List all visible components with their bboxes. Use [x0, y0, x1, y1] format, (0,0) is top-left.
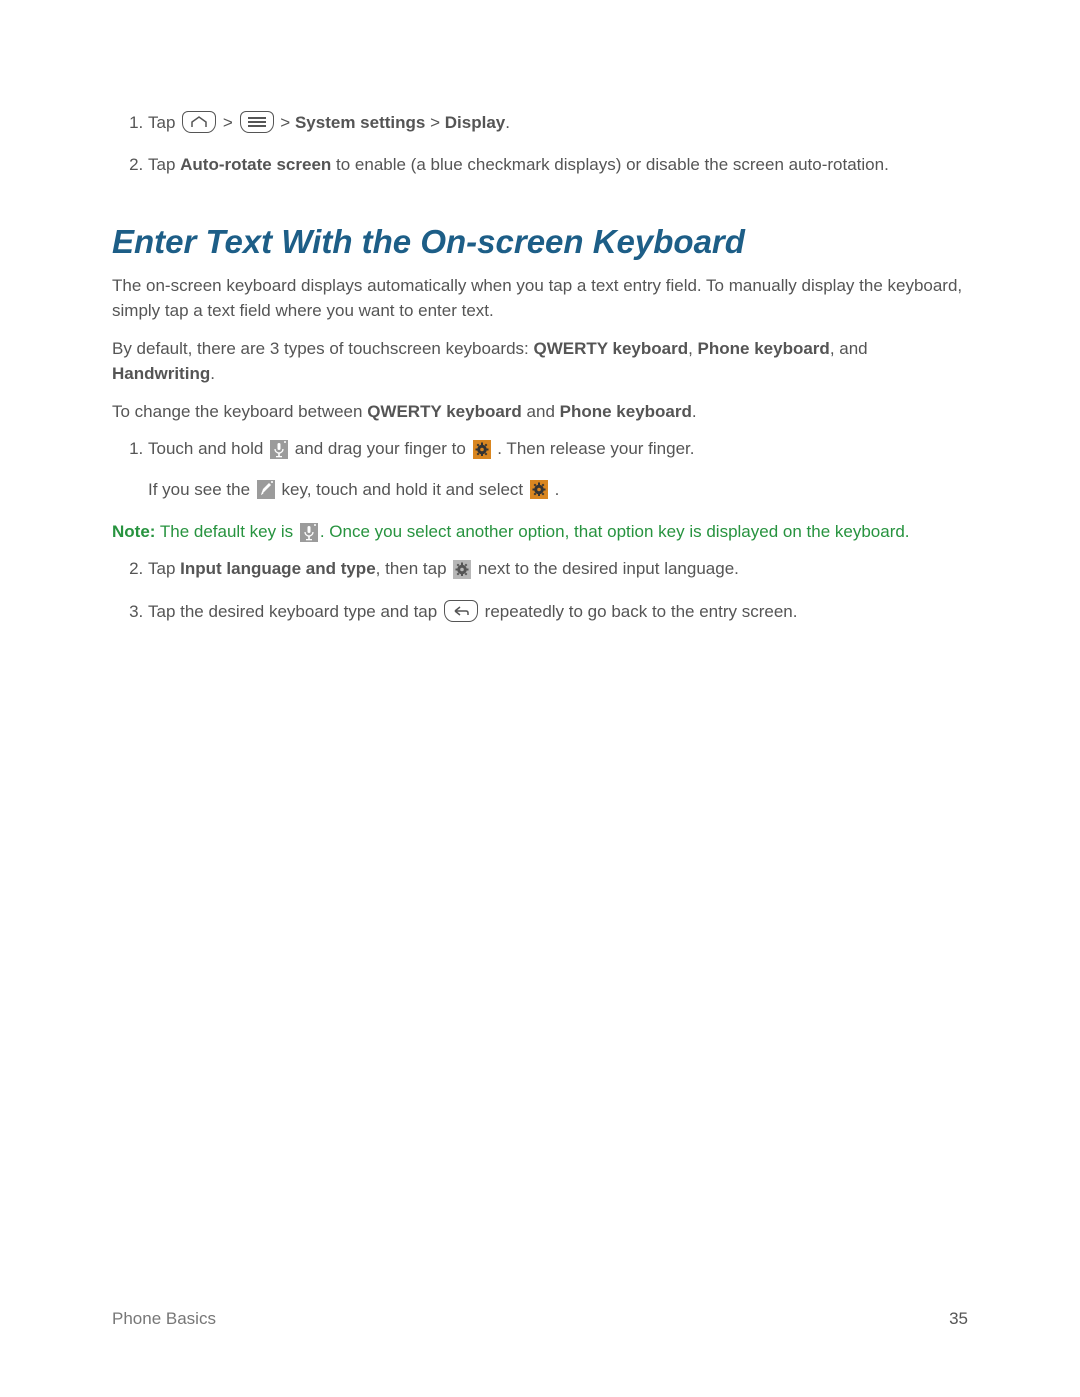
separator: > [280, 113, 290, 132]
footer-page-number: 35 [949, 1309, 968, 1329]
note-label: Note: [112, 522, 155, 541]
input-lang-type: Input language and type [180, 559, 376, 578]
voice-key-icon [270, 440, 288, 459]
step-2: Tap Input language and type, then tap ne… [148, 556, 968, 582]
settings-gear-icon [473, 440, 491, 459]
home-key-icon [182, 111, 216, 133]
kbd-handwriting: Handwriting [112, 364, 210, 383]
footer-section: Phone Basics [112, 1309, 216, 1328]
kbd-qwerty: QWERTY keyboard [533, 339, 688, 358]
text: Tap [148, 113, 175, 132]
separator: > [430, 113, 440, 132]
manual-page: Tap > > System settings > Display. Tap A… [0, 0, 1080, 1397]
path-system-settings: System settings [295, 113, 425, 132]
path-display: Display [445, 113, 505, 132]
kbd-phone: Phone keyboard [698, 339, 830, 358]
step-1: Tap > > System settings > Display. [148, 110, 968, 136]
step-1-line-1: Touch and hold and drag your finger to .… [148, 436, 968, 462]
text: To change the keyboard between [112, 402, 367, 421]
back-key-icon [444, 600, 478, 622]
separator: > [223, 113, 233, 132]
step-2: Tap Auto-rotate screen to enable (a blue… [148, 152, 968, 178]
menu-key-icon [240, 111, 274, 133]
step-1: Touch and hold and drag your finger to .… [148, 436, 968, 503]
steps-display: Tap > > System settings > Display. Tap A… [112, 110, 968, 179]
steps-keyboard-cont: Tap Input language and type, then tap ne… [112, 556, 968, 625]
text: Tap [148, 155, 180, 174]
voice-key-icon [300, 523, 318, 542]
step-3: Tap the desired keyboard type and tap re… [148, 599, 968, 625]
auto-rotate-label: Auto-rotate screen [180, 155, 331, 174]
steps-keyboard: Touch and hold and drag your finger to .… [112, 436, 968, 503]
settings-gear-grey-icon [453, 560, 471, 579]
intro-para-1: The on-screen keyboard displays automati… [112, 273, 968, 324]
text: to enable (a blue checkmark displays) or… [331, 155, 889, 174]
intro-para-2: By default, there are 3 types of touchsc… [112, 336, 968, 387]
page-footer: Phone Basics 35 [112, 1309, 968, 1329]
text: By default, there are 3 types of touchsc… [112, 339, 533, 358]
settings-gear-icon [530, 480, 548, 499]
pen-key-icon [257, 480, 275, 499]
section-heading: Enter Text With the On-screen Keyboard [112, 223, 968, 261]
step-1-line-2: If you see the key, touch and hold it an… [148, 477, 968, 503]
intro-para-3: To change the keyboard between QWERTY ke… [112, 399, 968, 425]
note: Note: The default key is . Once you sele… [112, 519, 968, 545]
